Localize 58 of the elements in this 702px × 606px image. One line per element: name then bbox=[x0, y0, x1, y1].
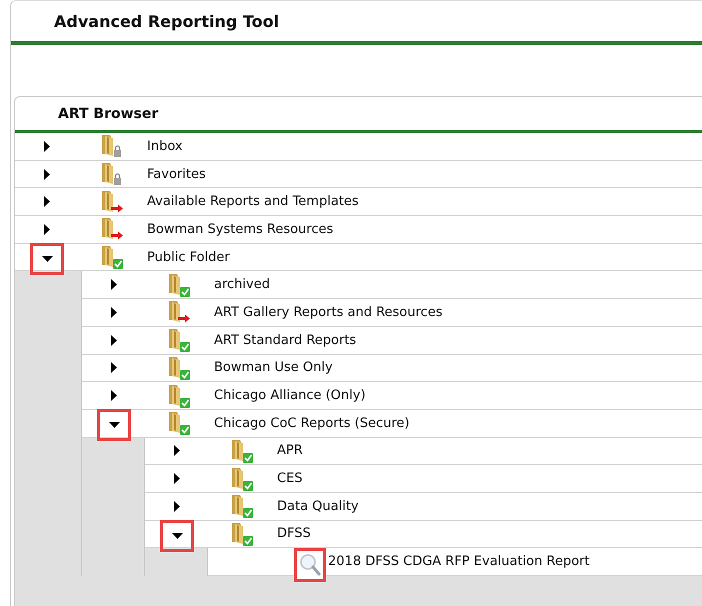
folder-icon bbox=[102, 163, 113, 184]
window-title: Advanced Reporting Tool bbox=[54, 12, 280, 30]
check-icon bbox=[180, 286, 190, 297]
folder-icon bbox=[169, 384, 180, 406]
folder-icon bbox=[232, 468, 243, 489]
folder-icon bbox=[169, 301, 180, 322]
check-icon bbox=[180, 425, 190, 436]
caret-right-icon[interactable] bbox=[111, 362, 117, 374]
check-icon bbox=[243, 508, 253, 518]
folder-label[interactable]: ART Standard Reports bbox=[214, 332, 356, 348]
folder-label[interactable]: Public Folder bbox=[147, 250, 230, 265]
folder-icon bbox=[232, 440, 243, 461]
caret-right-icon[interactable] bbox=[174, 445, 180, 456]
folder-icon bbox=[232, 522, 243, 544]
lock-icon bbox=[114, 146, 121, 158]
caret-right-icon[interactable] bbox=[44, 196, 50, 208]
folder-label[interactable]: DFSS bbox=[277, 526, 311, 542]
folder-icon bbox=[169, 356, 180, 378]
arrow-icon bbox=[111, 204, 123, 212]
check-icon bbox=[243, 536, 253, 546]
folder-label[interactable]: Favorites bbox=[147, 166, 206, 182]
folder-label[interactable]: Data Quality bbox=[277, 498, 359, 514]
caret-right-icon[interactable] bbox=[174, 473, 180, 484]
folder-label[interactable]: archived bbox=[214, 277, 270, 292]
arrow-icon bbox=[178, 314, 190, 323]
folder-icon bbox=[169, 274, 180, 295]
folder-icon bbox=[102, 246, 113, 268]
lock-icon bbox=[114, 174, 121, 186]
folder-icon bbox=[169, 329, 180, 350]
caret-right-icon[interactable] bbox=[111, 279, 117, 290]
folder-label[interactable]: CES bbox=[277, 471, 303, 486]
caret-right-icon[interactable] bbox=[111, 334, 117, 346]
caret-down-icon[interactable] bbox=[42, 256, 52, 262]
folder-label[interactable]: Chicago Alliance (Only) bbox=[214, 388, 366, 404]
caret-right-icon[interactable] bbox=[44, 168, 50, 180]
magnifier-icon[interactable] bbox=[294, 548, 326, 582]
folder-label[interactable]: Bowman Use Only bbox=[214, 360, 333, 376]
folder-label[interactable]: APR bbox=[277, 443, 303, 458]
folder-label[interactable]: Available Reports and Templates bbox=[147, 194, 359, 210]
arrow-icon bbox=[111, 232, 123, 240]
caret-right-icon[interactable] bbox=[111, 306, 117, 318]
folder-icon bbox=[169, 412, 180, 434]
panel-title: ART Browser bbox=[58, 106, 158, 122]
folder-icon bbox=[102, 218, 113, 240]
caret-right-icon[interactable] bbox=[44, 140, 50, 152]
caret-right-icon[interactable] bbox=[174, 500, 180, 512]
folder-label[interactable]: Bowman Systems Resources bbox=[147, 222, 334, 237]
check-icon bbox=[243, 452, 253, 463]
check-icon bbox=[180, 370, 190, 380]
folder-icon bbox=[102, 190, 113, 212]
caret-right-icon[interactable] bbox=[44, 224, 50, 235]
folder-icon bbox=[102, 135, 113, 156]
caret-down-icon[interactable] bbox=[172, 532, 182, 539]
folder-icon bbox=[232, 495, 243, 516]
folder-label[interactable]: Inbox bbox=[147, 138, 183, 154]
caret-right-icon[interactable] bbox=[111, 390, 117, 402]
caret-down-icon[interactable] bbox=[108, 422, 120, 428]
folder-label[interactable]: Chicago CoC Reports (Secure) bbox=[214, 416, 410, 431]
